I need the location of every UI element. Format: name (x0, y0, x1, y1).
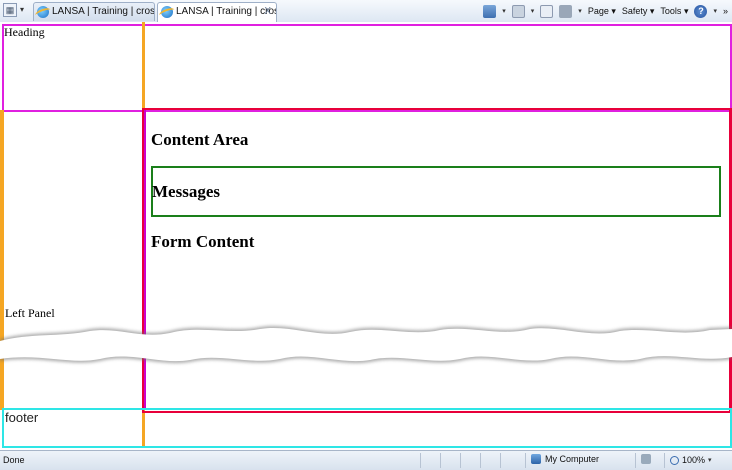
status-bar: Done My Computer 100% ▾ (0, 450, 732, 470)
tab-list-dropdown-icon[interactable]: ▾ (20, 5, 24, 14)
status-pane-divider (635, 453, 636, 468)
zoom-icon (670, 455, 679, 465)
status-pane-divider (480, 453, 481, 468)
close-tab-icon[interactable]: X (264, 3, 271, 20)
status-pane-divider (525, 453, 526, 468)
help-dropdown-icon[interactable]: ▾ (713, 7, 717, 15)
footer-label: footer (5, 410, 39, 425)
messages-region (151, 166, 721, 217)
help-icon[interactable]: ? (694, 4, 708, 18)
tab-title: LANSA | Training | cross ... (176, 6, 276, 17)
tab-title: LANSA | Training | cross bro... (52, 6, 155, 17)
print-dropdown-icon[interactable]: ▾ (578, 7, 582, 15)
status-pane-divider (460, 453, 461, 468)
home-icon[interactable] (483, 4, 497, 18)
status-pane-divider (664, 453, 665, 468)
home-dropdown-icon[interactable]: ▾ (502, 7, 506, 15)
tools-menu[interactable]: Tools ▾ (660, 6, 688, 17)
status-pane-divider (420, 453, 421, 468)
mail-icon[interactable] (540, 4, 554, 18)
ie-page-icon (37, 6, 49, 18)
tab-lansa-training-2[interactable]: LANSA | Training | cross ... X (157, 2, 277, 22)
command-bar: ▾ ▾ ▾ Page ▾ Safety ▾ Tools ▾ ? ▾ » (483, 3, 728, 19)
tab-lansa-training-1[interactable]: LANSA | Training | cross bro... (33, 2, 155, 21)
tab-bar: ▦ ▾ LANSA | Training | cross bro... LANS… (0, 0, 732, 23)
quick-tabs-button[interactable]: ▦ (3, 3, 17, 17)
page-content: Heading Content Area Messages Form Conte… (0, 22, 732, 450)
heading-label: Heading (4, 25, 45, 39)
content-area-title: Content Area (151, 130, 249, 149)
feeds-dropdown-icon[interactable]: ▾ (531, 7, 535, 15)
command-overflow-button[interactable]: » (723, 6, 728, 16)
zone-label: My Computer (545, 454, 600, 464)
ie-page-icon (161, 6, 173, 18)
status-pane-divider (500, 453, 501, 468)
zoom-dropdown-icon[interactable]: ▾ (708, 456, 712, 464)
print-icon[interactable] (559, 4, 573, 18)
page-menu[interactable]: Page ▾ (588, 6, 616, 17)
protected-mode-icon[interactable] (641, 454, 651, 464)
messages-title: Messages (152, 182, 220, 201)
status-pane-divider (440, 453, 441, 468)
security-zone[interactable]: My Computer (531, 454, 599, 464)
heading-region (2, 24, 732, 112)
torn-edge-graphic (0, 325, 732, 364)
feeds-icon[interactable] (511, 4, 525, 18)
zoom-control[interactable]: 100% ▾ (670, 455, 712, 465)
footer-region (2, 408, 732, 448)
safety-menu[interactable]: Safety ▾ (622, 6, 655, 17)
form-content-title: Form Content (151, 232, 255, 251)
computer-icon (531, 454, 541, 464)
zoom-level: 100% (682, 455, 706, 465)
status-text: Done (3, 455, 25, 465)
